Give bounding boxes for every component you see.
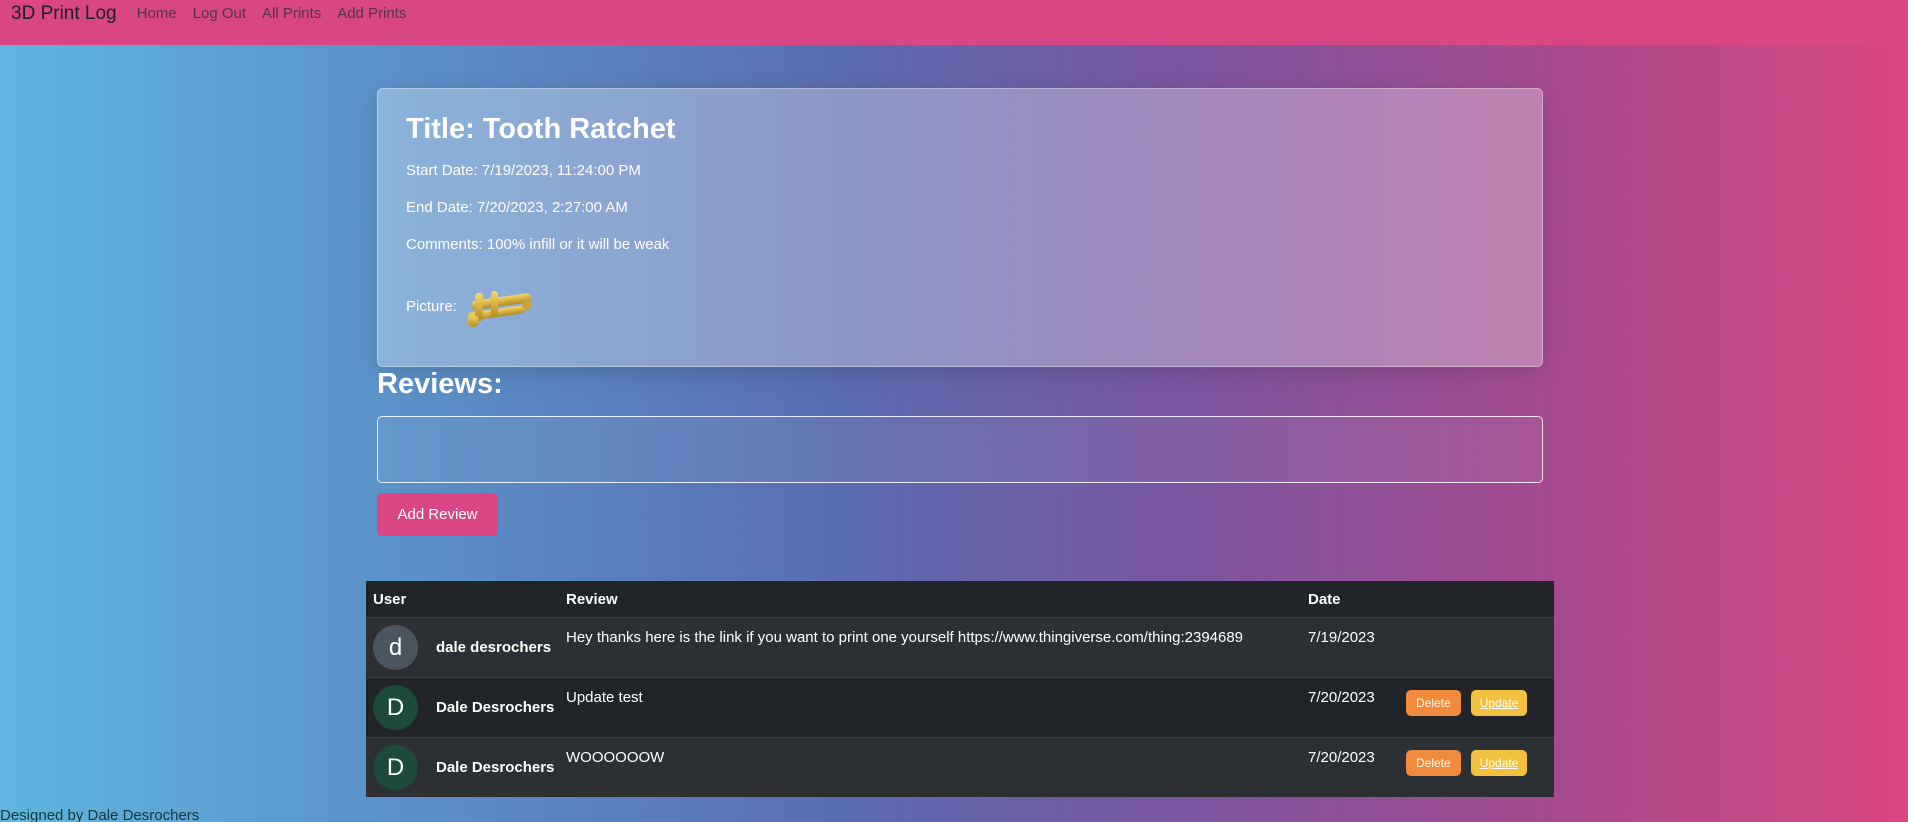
avatar: D <box>373 685 418 730</box>
nav-all-prints[interactable]: All Prints <box>262 5 321 22</box>
review-textarea[interactable] <box>377 416 1543 483</box>
nav-links: Home Log Out All Prints Add Prints <box>137 5 407 22</box>
user-cell: d dale desrochers <box>366 618 566 677</box>
actions-cell <box>1406 618 1554 630</box>
username: dale desrochers <box>436 639 552 656</box>
table-header: User Review Date <box>366 581 1554 617</box>
avatar: D <box>373 745 418 790</box>
review-date: 7/19/2023 <box>1308 629 1375 646</box>
review-date: 7/20/2023 <box>1308 749 1375 766</box>
add-review-button[interactable]: Add Review <box>377 493 498 536</box>
print-title: Title: Tooth Ratchet <box>406 113 676 145</box>
username: Dale Desrochers <box>436 699 555 716</box>
start-date: Start Date: 7/19/2023, 11:24:00 PM <box>406 162 641 179</box>
username: Dale Desrochers <box>436 759 555 776</box>
reviews-table: User Review Date d dale desrochers Hey t… <box>366 581 1554 797</box>
end-date: End Date: 7/20/2023, 2:27:00 AM <box>406 199 628 216</box>
table-row: D Dale Desrochers Update test 7/20/2023 … <box>366 677 1554 737</box>
avatar: d <box>373 625 418 670</box>
user-cell: D Dale Desrochers <box>366 738 566 797</box>
review-text: Hey thanks here is the link if you want … <box>566 629 1244 646</box>
review-text: WOOOOOOW <box>566 749 665 766</box>
update-button[interactable]: Update <box>1470 690 1528 716</box>
picture-label: Picture: <box>406 297 457 315</box>
actions-cell: Delete Update <box>1406 738 1554 776</box>
delete-button[interactable]: Delete <box>1406 690 1461 716</box>
nav-home[interactable]: Home <box>137 5 177 22</box>
col-user: User <box>373 590 407 608</box>
reviews-heading: Reviews: <box>377 368 503 400</box>
table-row: d dale desrochers Hey thanks here is the… <box>366 617 1554 677</box>
nav-logout[interactable]: Log Out <box>193 5 246 22</box>
picture-row: Picture: <box>406 283 1514 329</box>
review-text: Update test <box>566 689 643 706</box>
brand-link[interactable]: 3D Print Log <box>11 3 117 25</box>
actions-cell: Delete Update <box>1406 678 1554 716</box>
review-date: 7/20/2023 <box>1308 689 1375 706</box>
print-card: Title: Tooth Ratchet Start Date: 7/19/20… <box>377 88 1543 367</box>
col-date: Date <box>1308 590 1341 608</box>
navbar: 3D Print Log Home Log Out All Prints Add… <box>0 0 1908 45</box>
col-review: Review <box>566 590 618 608</box>
update-button[interactable]: Update <box>1470 750 1528 776</box>
print-picture <box>466 291 532 327</box>
delete-button[interactable]: Delete <box>1406 750 1461 776</box>
user-cell: D Dale Desrochers <box>366 678 566 737</box>
comments: Comments: 100% infill or it will be weak <box>406 236 670 253</box>
table-row: D Dale Desrochers WOOOOOOW 7/20/2023 Del… <box>366 737 1554 797</box>
footer-credit: Designed by Dale Desrochers <box>0 807 200 822</box>
nav-add-prints[interactable]: Add Prints <box>337 5 406 22</box>
